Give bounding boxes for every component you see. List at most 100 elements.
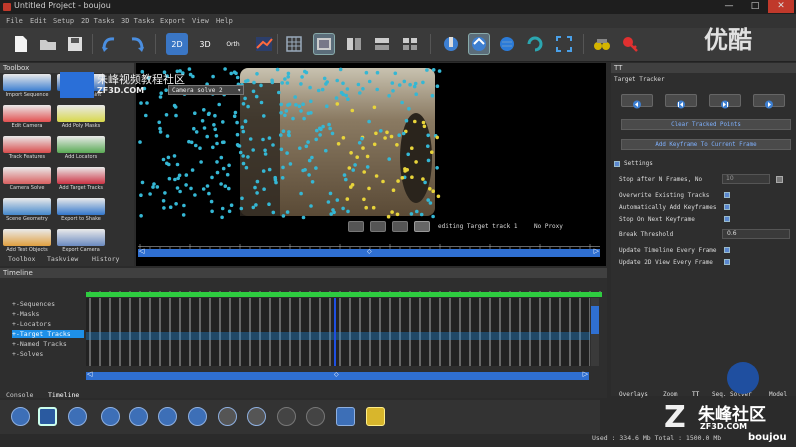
- zoom-in-icon[interactable]: [218, 407, 237, 426]
- refresh-icon[interactable]: [524, 33, 546, 55]
- menu-setup[interactable]: Setup: [53, 17, 74, 25]
- layout-2-icon[interactable]: [371, 33, 393, 55]
- graph-view-icon[interactable]: [253, 33, 275, 55]
- track-point: [341, 92, 345, 97]
- zoom-out-icon[interactable]: [247, 407, 266, 426]
- menu-2d-tasks[interactable]: 2D Tasks: [81, 17, 115, 25]
- track-point: [371, 205, 376, 210]
- view-3d-button[interactable]: 3D: [194, 33, 216, 55]
- tab-model[interactable]: Model: [769, 391, 787, 398]
- tab-toolbox[interactable]: Toolbox: [8, 255, 35, 263]
- timeline-row-solves[interactable]: +-Solves: [12, 350, 84, 358]
- timeline-hscrollbar[interactable]: ◁ ◇ ▷: [86, 370, 589, 380]
- layout-1-icon[interactable]: [343, 33, 365, 55]
- tab-history[interactable]: History: [92, 255, 119, 263]
- open-folder-icon[interactable]: [37, 33, 59, 55]
- step-back-icon[interactable]: [101, 407, 120, 426]
- stop-next-checkbox[interactable]: [724, 216, 730, 222]
- redo-icon[interactable]: [126, 33, 148, 55]
- play-mode-icon[interactable]: [348, 221, 364, 232]
- step-forward-button[interactable]: [709, 94, 741, 109]
- prev-keyframe-icon[interactable]: [158, 407, 177, 426]
- layout-3-icon[interactable]: [399, 33, 421, 55]
- tab-console[interactable]: Console: [6, 391, 33, 399]
- tool-import-sequence[interactable]: Import Sequence: [2, 74, 52, 102]
- menu-3d-tasks[interactable]: 3D Tasks: [121, 17, 155, 25]
- tool-export-camera[interactable]: Export Camera: [56, 229, 106, 257]
- tool-add-test-objects[interactable]: Add Test Objects: [2, 229, 52, 257]
- update-2d-checkbox[interactable]: [724, 259, 730, 265]
- break-threshold-input[interactable]: 0.6: [722, 229, 790, 239]
- menu-help[interactable]: Help: [216, 17, 233, 25]
- tab-taskview[interactable]: Taskview: [47, 255, 78, 263]
- tool-add-locators[interactable]: Add Locators: [56, 136, 106, 164]
- key-icon[interactable]: [619, 33, 641, 55]
- image-viewer[interactable]: Camera solve 2 ▾ editing Target track 1 …: [136, 63, 606, 266]
- tab-timeline[interactable]: Timeline: [48, 391, 79, 399]
- stop-icon[interactable]: [38, 407, 57, 426]
- tab-overlays[interactable]: Overlays: [619, 391, 648, 398]
- view-2d-button[interactable]: 2D: [166, 33, 188, 55]
- next-keyframe-icon[interactable]: [188, 407, 207, 426]
- binoculars-icon[interactable]: [591, 33, 613, 55]
- watermark-logo-left: [60, 72, 94, 98]
- camera-solve-icon[interactable]: [468, 33, 490, 55]
- tool-add-poly-masks[interactable]: Add Poly Masks: [56, 105, 106, 133]
- timeline-row-named-tracks[interactable]: +-Named Tracks: [12, 340, 84, 348]
- track-forward-button[interactable]: [753, 94, 785, 109]
- view-ortho-button[interactable]: Orth: [222, 33, 244, 55]
- step-forward-icon[interactable]: [129, 407, 148, 426]
- track-point: [220, 140, 225, 145]
- menu-edit[interactable]: Edit: [30, 17, 47, 25]
- tool-scene-geometry[interactable]: Scene Geometry: [2, 198, 52, 226]
- menu-view[interactable]: View: [192, 17, 209, 25]
- maximize-button[interactable]: □: [742, 0, 768, 13]
- tool-edit-camera[interactable]: Edit Camera: [2, 105, 52, 133]
- frame-icon[interactable]: [370, 221, 386, 232]
- image-view-icon[interactable]: [313, 33, 335, 55]
- stop-after-input[interactable]: 10: [722, 174, 770, 184]
- timeline-vscrollbar[interactable]: [591, 298, 599, 366]
- viewer-scrollbar[interactable]: ◁ ◇ ▷: [138, 247, 600, 257]
- add-keyframe-button[interactable]: Add Keyframe To Current Frame: [621, 139, 791, 150]
- clear-tracked-points-button[interactable]: Clear Tracked Points: [621, 119, 791, 130]
- update-timeline-checkbox[interactable]: [724, 247, 730, 253]
- frame-select-icon[interactable]: [553, 33, 575, 55]
- track-backward-button[interactable]: [621, 94, 653, 109]
- menu-export[interactable]: Export: [160, 17, 185, 25]
- new-file-icon[interactable]: [10, 33, 32, 55]
- timeline-row-masks[interactable]: +-Masks: [12, 310, 84, 318]
- tool-export-to-shake[interactable]: Export to Shake: [56, 198, 106, 226]
- step-backward-button[interactable]: [665, 94, 697, 109]
- prev-range-icon[interactable]: [277, 407, 296, 426]
- track-features-icon[interactable]: [440, 33, 462, 55]
- undo-track-icon[interactable]: [392, 221, 408, 232]
- save-icon[interactable]: [64, 33, 86, 55]
- menu-file[interactable]: File: [6, 17, 23, 25]
- timeline-area[interactable]: [86, 298, 591, 366]
- globe-icon[interactable]: [496, 33, 518, 55]
- close-button[interactable]: ✕: [768, 0, 794, 13]
- minimize-button[interactable]: —: [716, 0, 742, 13]
- track-mode-icon[interactable]: [414, 221, 430, 232]
- export-icon[interactable]: [366, 407, 385, 426]
- overwrite-checkbox[interactable]: [724, 192, 730, 198]
- timeline-row-sequences[interactable]: +-Sequences: [12, 300, 84, 308]
- play-backward-icon[interactable]: [11, 407, 30, 426]
- settings-toggle-icon[interactable]: [614, 161, 620, 167]
- play-forward-icon[interactable]: [68, 407, 87, 426]
- timeline-row-target-tracks[interactable]: +-Target Tracks: [12, 330, 84, 338]
- tool-add-target-tracks[interactable]: Add Target Tracks: [56, 167, 106, 195]
- tab-tt[interactable]: TT: [692, 391, 699, 398]
- stop-after-checkbox[interactable]: [776, 176, 783, 183]
- tab-zoom[interactable]: Zoom: [663, 391, 677, 398]
- track-point: [350, 183, 355, 187]
- tool-camera-solve[interactable]: Camera Solve: [2, 167, 52, 195]
- auto-add-checkbox[interactable]: [724, 204, 730, 210]
- tool-track-features[interactable]: Track Features: [2, 136, 52, 164]
- next-range-icon[interactable]: [306, 407, 325, 426]
- timeline-row-locators[interactable]: +-Locators: [12, 320, 84, 328]
- grid-view-icon[interactable]: [283, 33, 305, 55]
- loop-icon[interactable]: [336, 407, 355, 426]
- undo-icon[interactable]: [98, 33, 120, 55]
